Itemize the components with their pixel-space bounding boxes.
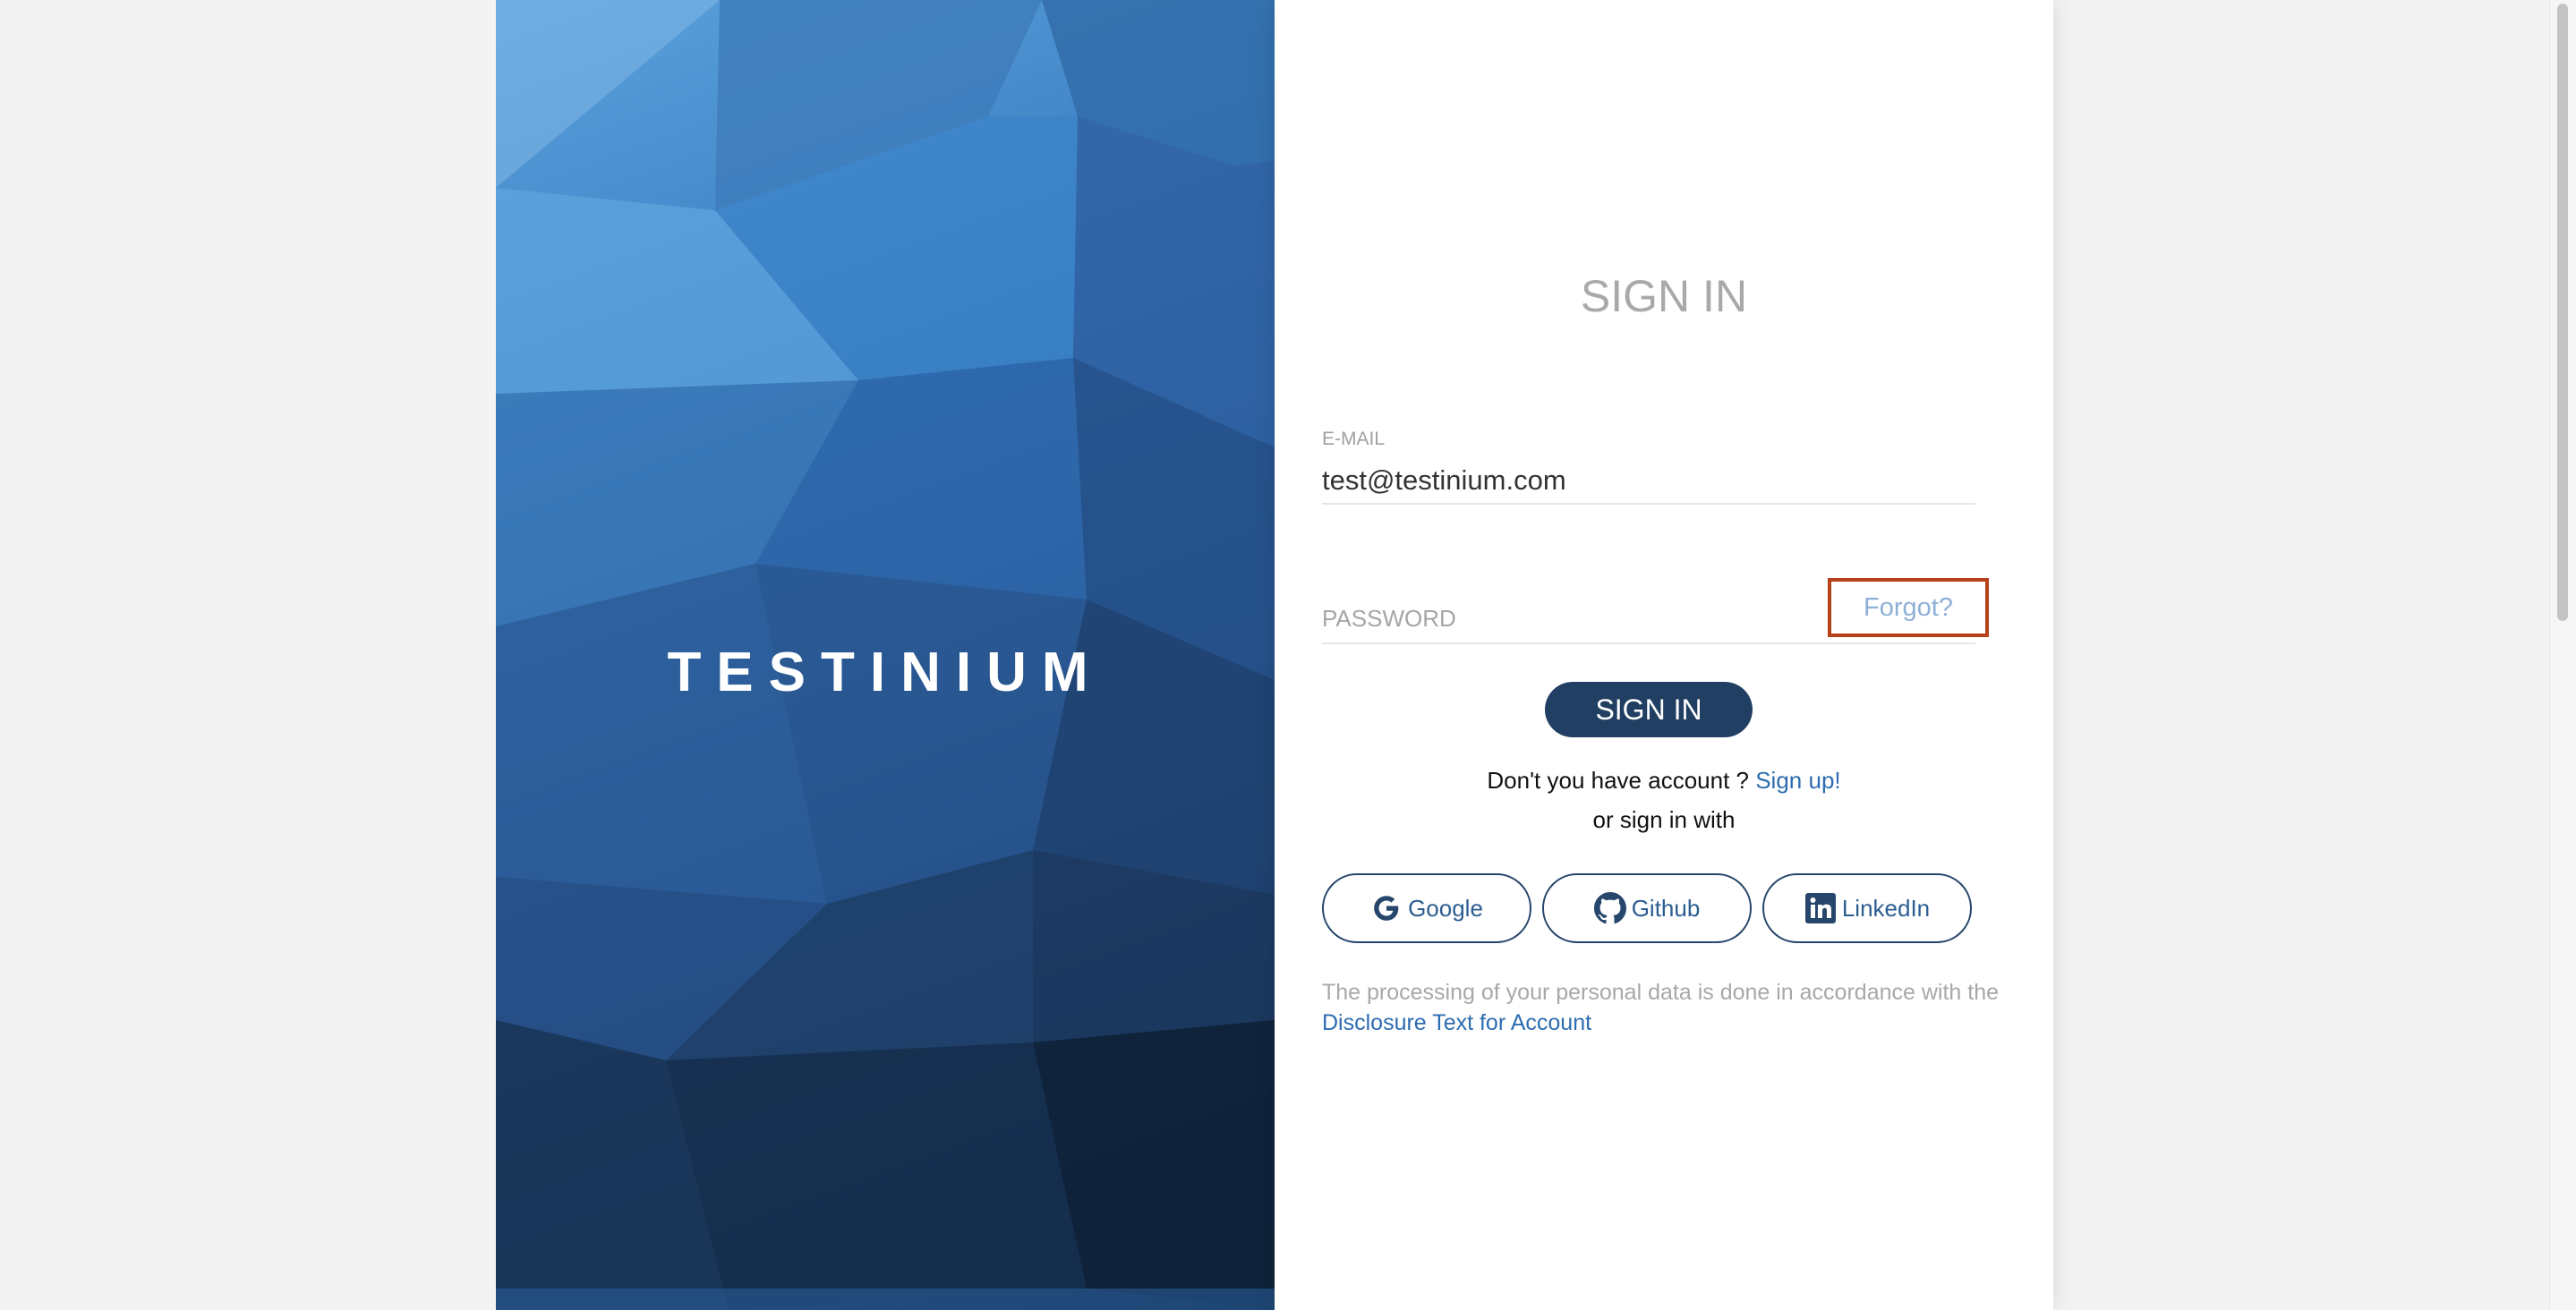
brand-panel: TESTINIUM xyxy=(496,0,1275,1310)
signup-link[interactable]: Sign up! xyxy=(1755,767,1840,794)
disclosure-link[interactable]: Disclosure Text for Account xyxy=(1322,1010,1591,1035)
or-sign-in-text: or sign in with xyxy=(1592,806,1736,833)
signup-prompt: Don't you have account ? Sign up! xyxy=(1275,766,2053,795)
email-label: E-MAIL xyxy=(1322,429,1386,449)
disclaimer-text: The processing of your personal data is … xyxy=(1322,980,2000,1005)
google-icon xyxy=(1370,892,1403,924)
linkedin-icon xyxy=(1804,892,1837,924)
github-icon xyxy=(1593,892,1626,924)
scrollbar[interactable] xyxy=(2549,0,2576,1310)
signin-button[interactable]: SIGN IN xyxy=(1545,682,1753,737)
signin-form-panel: SIGN IN E-MAIL Forgot? SIGN IN Don't you… xyxy=(1275,0,2053,1310)
brand-logo-text: TESTINIUM xyxy=(667,642,1104,703)
signup-prompt-text: Don't you have account ? xyxy=(1487,767,1749,794)
linkedin-signin-button[interactable]: LinkedIn xyxy=(1762,873,1972,943)
login-page: TESTINIUM SIGN IN E-MAIL Forgot? SIGN IN… xyxy=(0,0,2576,1310)
scrollbar-thumb[interactable] xyxy=(2557,4,2568,621)
github-label: Github xyxy=(1631,894,1701,922)
forgot-password-link[interactable]: Forgot? xyxy=(1828,578,1989,637)
disclaimer: The processing of your personal data is … xyxy=(1322,977,2002,1038)
linkedin-label: LinkedIn xyxy=(1841,894,1931,922)
github-signin-button[interactable]: Github xyxy=(1542,873,1752,943)
google-signin-button[interactable]: Google xyxy=(1322,873,1531,943)
google-label: Google xyxy=(1408,894,1483,922)
page-title: SIGN IN xyxy=(1580,271,1748,321)
email-field[interactable] xyxy=(1322,458,1975,505)
